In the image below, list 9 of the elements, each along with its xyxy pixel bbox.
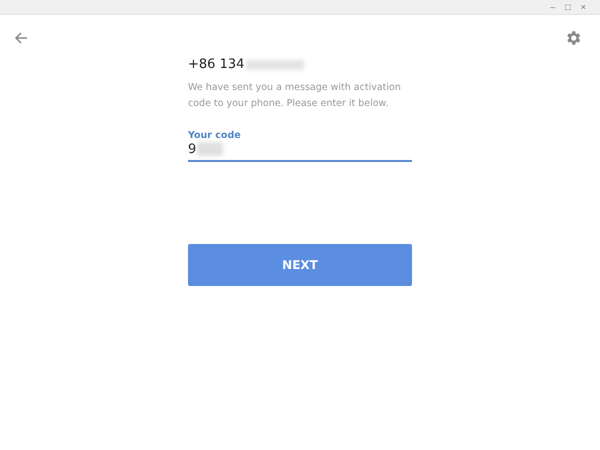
redaction-blur bbox=[246, 60, 304, 70]
instruction-text: We have sent you a message with activation code to your phone. Please enter it below. bbox=[188, 81, 402, 111]
redaction-blur bbox=[197, 142, 224, 156]
window-control-button[interactable]: – bbox=[548, 1, 558, 13]
window-control-button[interactable]: × bbox=[578, 1, 588, 13]
window-control-button[interactable]: □ bbox=[563, 1, 573, 13]
next-button[interactable]: NEXT bbox=[188, 244, 412, 286]
code-input-field[interactable]: Your code 9 bbox=[188, 130, 412, 162]
phone-number: +86 134 bbox=[188, 57, 244, 72]
